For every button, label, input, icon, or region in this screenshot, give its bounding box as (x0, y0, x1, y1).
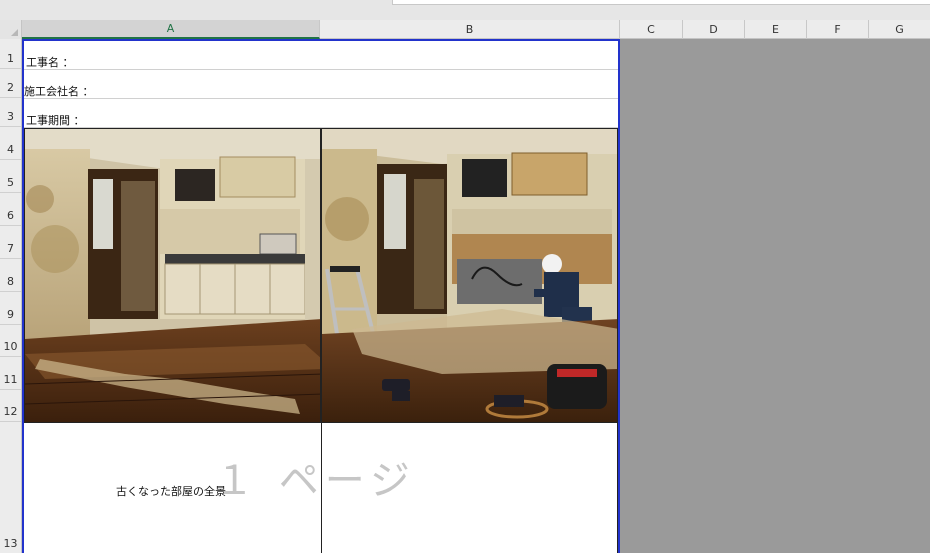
row-header-column: 1 2 3 4 5 6 7 8 9 10 11 12 13 (0, 39, 22, 553)
formula-input[interactable] (392, 0, 930, 5)
row-header-5[interactable]: 5 (0, 160, 21, 193)
during-photo-image (322, 129, 617, 422)
page-break-label: １ ページ (214, 458, 416, 504)
row-header-3[interactable]: 3 (0, 98, 21, 127)
row-header-11[interactable]: 11 (0, 357, 21, 390)
row-header-6[interactable]: 6 (0, 193, 21, 226)
row-header-2[interactable]: 2 (0, 69, 21, 98)
row-header-8[interactable]: 8 (0, 259, 21, 292)
row-header-13[interactable]: 13 (0, 422, 21, 553)
during-photo[interactable] (321, 128, 618, 423)
column-header-f[interactable]: F (807, 20, 869, 39)
caption-text: 古くなった部屋の全景 (116, 485, 226, 498)
before-photo[interactable] (24, 128, 321, 423)
row-divider (24, 69, 618, 70)
column-header-e[interactable]: E (745, 20, 807, 39)
column-header-g[interactable]: G (869, 20, 930, 39)
column-header-a[interactable]: A (22, 20, 320, 39)
before-photo-image (25, 129, 320, 422)
column-header-row: A B C D E F G (0, 20, 930, 39)
cell-a1-project-name[interactable]: 工事名 ： (26, 54, 74, 70)
row-header-10[interactable]: 10 (0, 325, 21, 357)
row-header-12[interactable]: 12 (0, 390, 21, 422)
row-header-9[interactable]: 9 (0, 292, 21, 325)
row-header-7[interactable]: 7 (0, 226, 21, 259)
column-header-b[interactable]: B (320, 20, 620, 39)
formula-bar-area (0, 0, 930, 20)
cell-a3-period[interactable]: 工事期間 ： (26, 112, 85, 128)
column-header-d[interactable]: D (683, 20, 745, 39)
column-header-c[interactable]: C (620, 20, 683, 39)
row-header-4[interactable]: 4 (0, 127, 21, 160)
row-divider (24, 98, 618, 99)
cell-a2-contractor[interactable]: 施工会社名 ： (24, 83, 94, 99)
non-print-area (620, 39, 930, 553)
select-all-corner[interactable] (0, 20, 22, 39)
row-header-1[interactable]: 1 (0, 39, 21, 69)
